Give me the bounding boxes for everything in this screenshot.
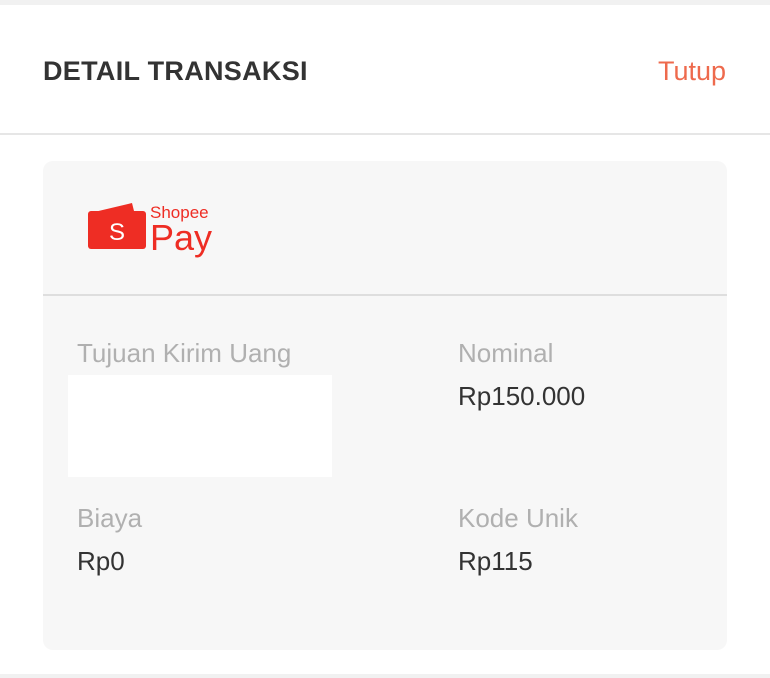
transaction-card: S Shopee Pay Tujuan Kirim Uang Nominal R… [43,161,727,650]
unique-code-label: Kode Unik [458,503,578,533]
bottom-divider [0,674,770,678]
header: DETAIL TRANSAKSI Tutup [0,5,770,133]
header-divider [0,133,770,135]
recipient-value-redacted [68,375,332,477]
amount-value: Rp150.000 [458,381,586,411]
fee-value: Rp0 [77,546,125,576]
brand-big-text: Pay [150,217,212,258]
recipient-label: Tujuan Kirim Uang [77,338,292,368]
fee-label: Biaya [77,503,143,533]
page-title: DETAIL TRANSAKSI [43,56,308,86]
amount-label: Nominal [458,338,554,368]
shopeepay-logo: S Shopee Pay [88,203,212,258]
card-divider [43,294,727,296]
unique-code-value: Rp115 [458,546,533,576]
wallet-icon-letter: S [109,219,125,246]
close-button[interactable]: Tutup [658,56,726,87]
